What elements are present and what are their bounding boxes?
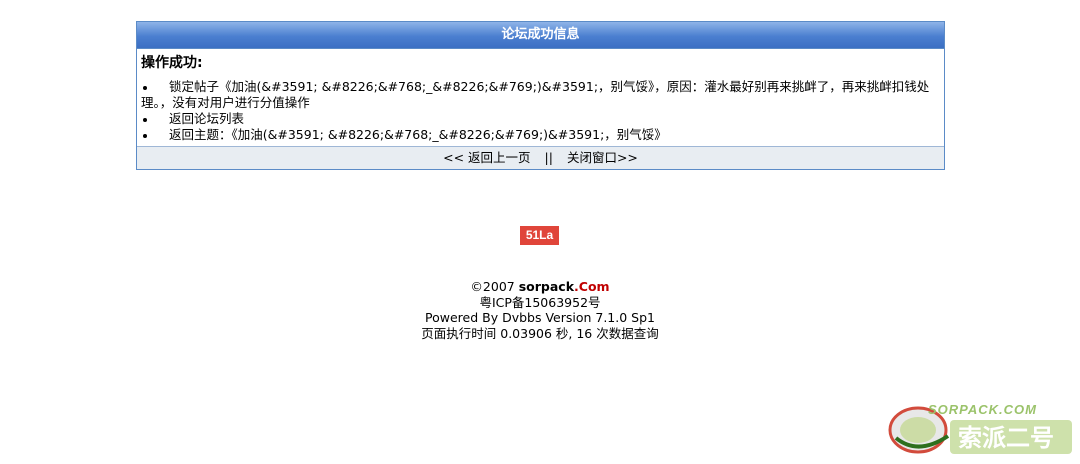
watermark-text-cn: 索派二号 (958, 424, 1054, 452)
watermark-text: SORPACK.COM (928, 402, 1037, 417)
operation-status-title: 操作成功: (141, 55, 203, 71)
site-brand-link[interactable]: sorpack.Com (519, 279, 610, 294)
copyright-prefix: ©2007 (470, 279, 519, 294)
stats-badge-51la[interactable]: 51La (520, 226, 559, 245)
icp-record: 粤ICP备15063952号 (0, 295, 1080, 311)
site-footer: ©2007 sorpack.Com 粤ICP备15063952号 Powered… (0, 279, 1080, 341)
execution-time: 页面执行时间 0.03906 秒, 16 次数据查询 (421, 325, 659, 341)
brand-name: sorpack (518, 279, 575, 294)
brand-suffix: .Com (574, 279, 610, 294)
site-logo-watermark: SORPACK.COM 索派二号 (888, 398, 1076, 460)
forum-message-panel: 论坛成功信息 操作成功: 锁定帖子《加油(&#3591; &#8226;&#76… (136, 21, 945, 170)
message-list: 锁定帖子《加油(&#3591; &#8226;&#768;_&#8226;&#7… (141, 79, 940, 143)
list-item-back-to-forum[interactable]: 返回论坛列表 (141, 111, 940, 127)
powered-by: Powered By Dvbbs Version 7.1.0 Sp1 (425, 310, 655, 325)
list-item-back-to-topic[interactable]: 返回主题：《加油(&#3591; &#8226;&#768;_&#8226;&#… (141, 127, 940, 143)
back-link[interactable]: << 返回上一页 (443, 150, 530, 165)
icp-link[interactable]: 粤ICP备15063952号 (479, 295, 600, 310)
watermark-logo-graphic: SORPACK.COM 索派二号 (888, 398, 1076, 460)
panel-footer-nav: << 返回上一页 || 关闭窗口>> (137, 146, 944, 169)
list-item-lock-message: 锁定帖子《加油(&#3591; &#8226;&#768;_&#8226;&#7… (141, 79, 940, 111)
panel-title: 论坛成功信息 (137, 22, 944, 49)
close-window-link[interactable]: 关闭窗口>> (567, 150, 638, 165)
nav-separator: || (544, 150, 553, 165)
panel-body: 操作成功: 锁定帖子《加油(&#3591; &#8226;&#768;_&#82… (137, 49, 944, 146)
copyright-line: ©2007 sorpack.Com (0, 279, 1080, 295)
